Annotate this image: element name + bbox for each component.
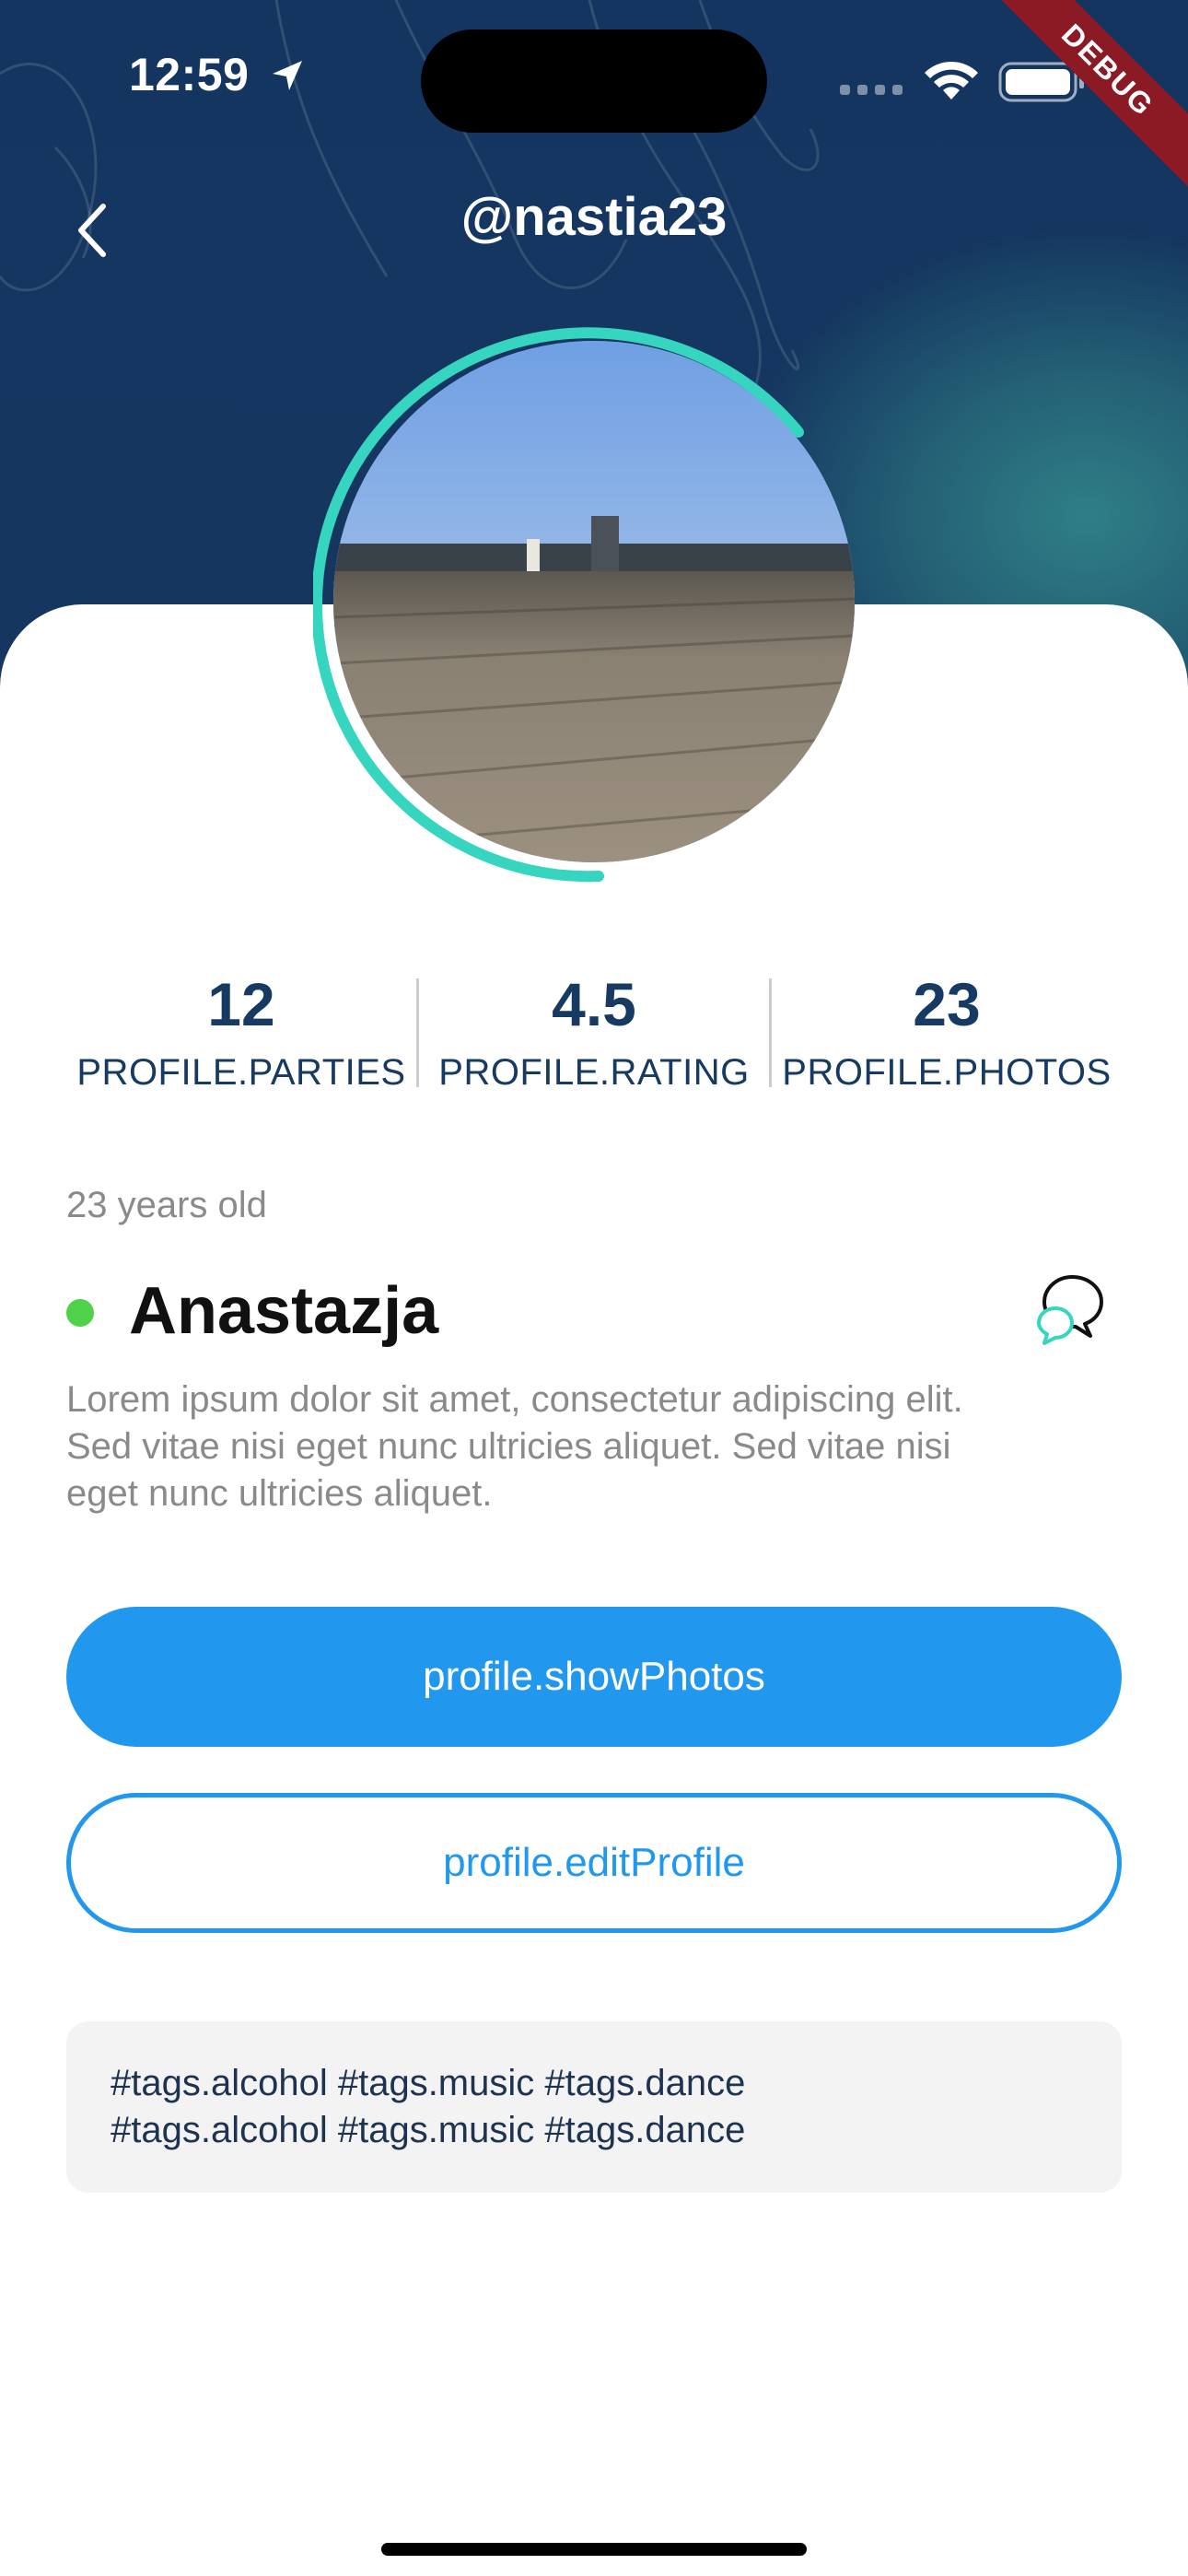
page-title: @nastia23 [460,187,728,247]
stat-photos[interactable]: 23 PROFILE.PHOTOS [772,967,1122,1106]
show-photos-button[interactable]: profile.showPhotos [66,1607,1122,1747]
stat-rating[interactable]: 4.5 PROFILE.RATING [419,967,769,1106]
edit-profile-button[interactable]: profile.editProfile [66,1793,1122,1933]
tags-line: #tags.alcohol #tags.music #tags.dance [111,2110,746,2150]
profile-name: Anastazja [129,1274,439,1348]
home-indicator[interactable] [381,2543,807,2556]
profile-screen: 12:59 DEBUG @nastia23 12 PROFILE.PARTIES… [0,0,1188,2576]
chat-bubbles-icon [1037,1275,1103,1345]
location-arrow-icon [273,61,302,90]
signal-icon [840,85,903,95]
online-status-indicator [66,1299,94,1327]
stat-label: PROFILE.PARTIES [76,1052,406,1093]
avatar[interactable] [333,341,855,862]
stat-value: 4.5 [552,970,636,1038]
wifi-icon [925,61,978,100]
stat-parties[interactable]: 12 PROFILE.PARTIES [66,967,416,1106]
tags-panel: #tags.alcohol #tags.music #tags.dance #t… [66,2021,1122,2193]
stat-label: PROFILE.RATING [438,1052,750,1093]
avatar-photo [333,341,855,862]
stat-value: 12 [207,970,275,1038]
tags-line: #tags.alcohol #tags.music #tags.dance [111,2063,746,2103]
stat-value: 23 [913,970,981,1038]
profile-stats: 12 PROFILE.PARTIES 4.5 PROFILE.RATING 23… [66,967,1122,1106]
stat-label: PROFILE.PHOTOS [782,1052,1112,1093]
status-time: 12:59 [129,49,250,100]
profile-card [0,604,1188,2576]
profile-bio: Lorem ipsum dolor sit amet, consectetur … [66,1379,963,1514]
dynamic-island [421,29,767,133]
chat-button[interactable] [1031,1270,1111,1353]
profile-age: 23 years old [66,1185,267,1225]
